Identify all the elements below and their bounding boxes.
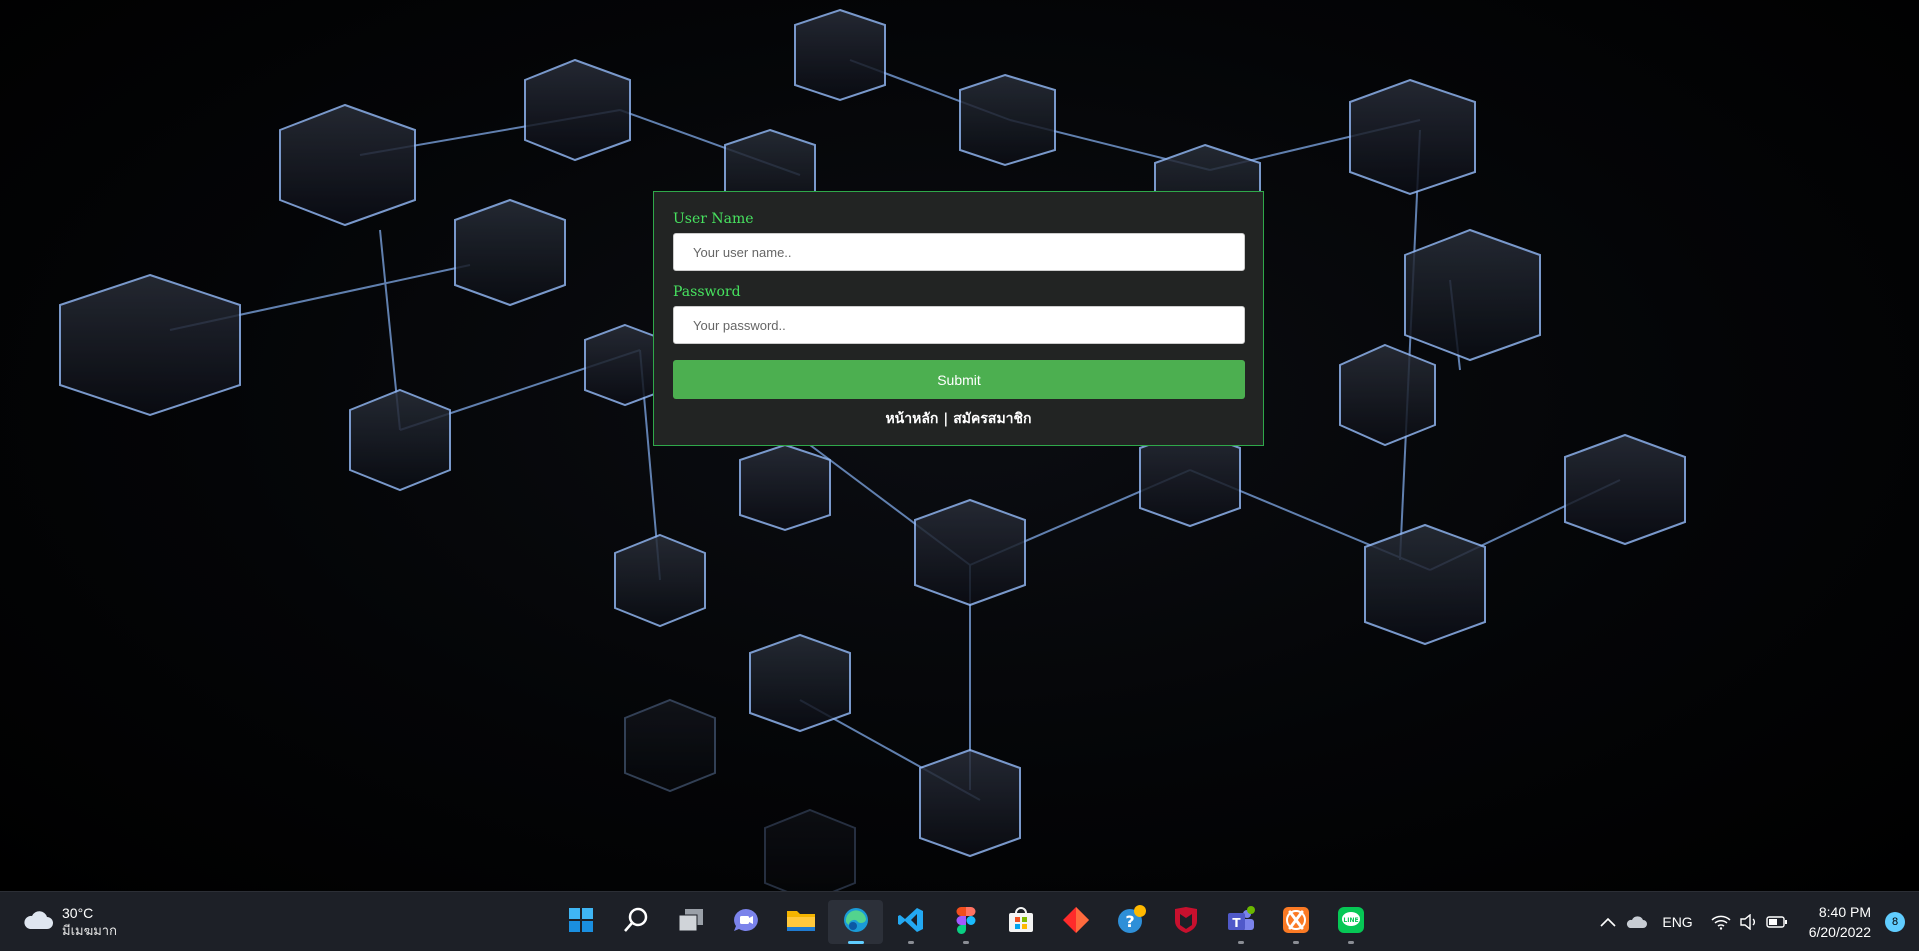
mcafee-button[interactable] — [1158, 900, 1213, 944]
form-links: หน้าหลัก | สมัครสมาชิก — [673, 408, 1244, 430]
vscode-icon — [897, 906, 925, 938]
link-separator: | — [938, 411, 954, 427]
login-form: User Name Password Submit หน้าหลัก | สมั… — [653, 191, 1264, 446]
running-indicator — [962, 941, 969, 944]
volume-icon[interactable] — [1735, 908, 1763, 936]
notification-badge[interactable]: 8 — [1885, 912, 1905, 932]
diamond-icon — [1062, 906, 1090, 938]
home-link[interactable]: หน้าหลัก — [885, 411, 938, 427]
username-input[interactable] — [673, 233, 1245, 271]
active-indicator — [847, 941, 864, 944]
system-tray: ENG 8:40 PM 6/20/2022 8 — [1594, 892, 1919, 951]
chat-icon — [732, 907, 760, 937]
running-indicator — [1237, 941, 1244, 944]
windows-logo-icon — [568, 907, 594, 937]
help-icon: ? — [1116, 905, 1146, 939]
start-button[interactable] — [553, 900, 608, 944]
running-indicator — [1347, 941, 1354, 944]
task-view-button[interactable] — [663, 900, 718, 944]
teams-button[interactable]: T — [1213, 900, 1268, 944]
xampp-button[interactable] — [1268, 900, 1323, 944]
taskbar-apps: ? T LINE — [553, 900, 1378, 944]
figma-icon — [956, 906, 976, 938]
search-icon — [623, 907, 649, 937]
line-icon: LINE — [1337, 906, 1365, 938]
store-icon — [1007, 906, 1035, 938]
cloud-icon — [22, 909, 54, 935]
svg-text:?: ? — [1125, 912, 1134, 931]
edge-icon — [842, 906, 870, 938]
red-diamond-app-button[interactable] — [1048, 900, 1103, 944]
taskbar: 30°C มีเมฆมาก ? T LINE ENG 8:40 PM 6/20/… — [0, 891, 1919, 951]
shield-icon — [1173, 906, 1199, 938]
help-button[interactable]: ? — [1103, 900, 1158, 944]
store-button[interactable] — [993, 900, 1048, 944]
svg-text:LINE: LINE — [1343, 917, 1358, 924]
clock[interactable]: 8:40 PM 6/20/2022 — [1809, 902, 1871, 942]
username-label: User Name — [673, 211, 754, 227]
weather-temp: 30°C — [62, 905, 94, 921]
svg-text:T: T — [1232, 916, 1241, 930]
running-indicator — [907, 941, 914, 944]
chevron-up-icon[interactable] — [1594, 908, 1622, 936]
line-button[interactable]: LINE — [1323, 900, 1378, 944]
folder-icon — [786, 907, 816, 937]
onedrive-icon[interactable] — [1622, 908, 1650, 936]
weather-widget[interactable]: 30°C มีเมฆมาก — [22, 904, 117, 940]
password-input[interactable] — [673, 306, 1245, 344]
chat-button[interactable] — [718, 900, 773, 944]
wifi-icon[interactable] — [1707, 908, 1735, 936]
figma-button[interactable] — [938, 900, 993, 944]
register-link[interactable]: สมัครสมาชิก — [953, 411, 1031, 427]
battery-icon[interactable] — [1763, 908, 1791, 936]
search-button[interactable] — [608, 900, 663, 944]
submit-button[interactable]: Submit — [673, 360, 1245, 399]
password-label: Password — [673, 284, 741, 300]
weather-condition: มีเมฆมาก — [62, 923, 117, 938]
clock-time: 8:40 PM — [1818, 904, 1871, 920]
teams-icon: T — [1226, 906, 1256, 938]
xampp-icon — [1282, 906, 1310, 938]
file-explorer-button[interactable] — [773, 900, 828, 944]
task-view-icon — [677, 907, 705, 937]
edge-button[interactable] — [828, 900, 883, 944]
running-indicator — [1292, 941, 1299, 944]
vscode-button[interactable] — [883, 900, 938, 944]
language-indicator[interactable]: ENG — [1662, 914, 1692, 930]
clock-date: 6/20/2022 — [1808, 924, 1871, 940]
